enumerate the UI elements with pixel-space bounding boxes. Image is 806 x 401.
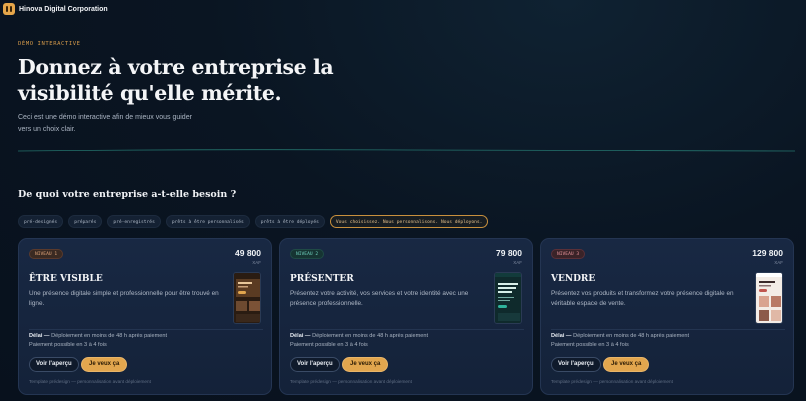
level-badge: NIVEAU 3 xyxy=(551,249,586,259)
card-title: ÊTRE VISIBLE xyxy=(29,274,103,284)
pause-logo-icon xyxy=(3,3,15,15)
hero-eyebrow: DÉMO INTERACTIVE xyxy=(18,41,81,47)
chip-pre-enregistres[interactable]: pré-enregistrés xyxy=(107,215,161,228)
wave-divider xyxy=(18,149,795,152)
delay-info: Délai — Déploiement en moins de 48 h apr… xyxy=(290,333,428,339)
tag-chips: pré-designés préparés pré-enregistrés pr… xyxy=(18,215,489,228)
preview-button[interactable]: Voir l'aperçu xyxy=(290,357,340,372)
section-title: De quoi votre entreprise a-t-elle besoin… xyxy=(18,189,237,200)
delay-text: Déploiement en moins de 48 h après paiem… xyxy=(51,333,168,339)
card-description: Une présence digitale simple et professi… xyxy=(29,290,219,307)
template-preview-thumbnail[interactable] xyxy=(494,272,522,324)
want-button[interactable]: Je veux ça xyxy=(342,357,389,372)
price: 79 800 xyxy=(496,248,522,258)
card-description: Présentez vos produits et transformez vo… xyxy=(551,290,734,307)
chip-highlight[interactable]: Vous choisissez. Nous personnalisons. No… xyxy=(329,215,489,228)
chip-pre-designes[interactable]: pré-designés xyxy=(18,215,64,228)
hero-title: Donnez à votre entreprise la visibilité … xyxy=(18,54,348,106)
card-title: PRÉSENTER xyxy=(290,274,354,284)
delay-label: Délai — xyxy=(290,333,311,339)
card-divider xyxy=(290,329,524,330)
delay-info: Délai — Déploiement en moins de 48 h apr… xyxy=(29,333,167,339)
card-title: VENDRE xyxy=(551,274,596,284)
price: 129 800 xyxy=(752,248,783,258)
preview-button[interactable]: Voir l'aperçu xyxy=(29,357,79,372)
brand-name[interactable]: Hinova Digital Corporation xyxy=(19,6,108,13)
template-preview-thumbnail[interactable] xyxy=(755,272,783,324)
price: 49 800 xyxy=(235,248,261,258)
chip-prets-personnalises[interactable]: prêts à être personnalisés xyxy=(165,215,250,228)
card-divider xyxy=(551,329,785,330)
currency: XAF xyxy=(774,260,783,265)
card-description: Présentez votre activité, vos services e… xyxy=(290,290,469,307)
top-bar: Hinova Digital Corporation xyxy=(0,0,806,18)
delay-label: Délai — xyxy=(29,333,50,339)
offer-card-level-3: NIVEAU 3 129 800 XAF VENDRE Présentez vo… xyxy=(540,238,794,395)
template-preview-thumbnail[interactable] xyxy=(233,272,261,324)
payment-info: Paiement possible en 3 à 4 fois xyxy=(29,342,107,348)
offer-card-level-1: NIVEAU 1 49 800 XAF ÊTRE VISIBLE Une pré… xyxy=(18,238,272,395)
payment-info: Paiement possible en 3 à 4 fois xyxy=(551,342,629,348)
currency: XAF xyxy=(513,260,522,265)
chip-prepares[interactable]: préparés xyxy=(68,215,103,228)
delay-label: Délai — xyxy=(551,333,572,339)
preview-button[interactable]: Voir l'aperçu xyxy=(551,357,601,372)
hero-subtitle: Ceci est une démo interactive afin de mi… xyxy=(18,114,192,133)
card-footnote: Template prédesign — personnalisation av… xyxy=(551,379,673,384)
level-badge: NIVEAU 1 xyxy=(29,249,64,259)
delay-text: Déploiement en moins de 48 h après paiem… xyxy=(312,333,429,339)
delay-info: Délai — Déploiement en moins de 48 h apr… xyxy=(551,333,689,339)
card-footnote: Template prédesign — personnalisation av… xyxy=(290,379,412,384)
want-button[interactable]: Je veux ça xyxy=(81,357,128,372)
delay-text: Déploiement en moins de 48 h après paiem… xyxy=(573,333,690,339)
card-divider xyxy=(29,329,263,330)
payment-info: Paiement possible en 3 à 4 fois xyxy=(290,342,368,348)
card-footnote: Template prédesign — personnalisation av… xyxy=(29,379,151,384)
want-button[interactable]: Je veux ça xyxy=(603,357,650,372)
hero-title-line1: Donnez à votre entreprise la xyxy=(18,55,334,79)
hero-title-line2: visibilité qu'elle mérite. xyxy=(18,81,282,105)
chip-prets-deployes[interactable]: prêts à être déployés xyxy=(254,215,325,228)
offer-card-level-2: NIVEAU 2 79 800 XAF PRÉSENTER Présentez … xyxy=(279,238,533,395)
level-badge: NIVEAU 2 xyxy=(290,249,325,259)
currency: XAF xyxy=(252,260,261,265)
